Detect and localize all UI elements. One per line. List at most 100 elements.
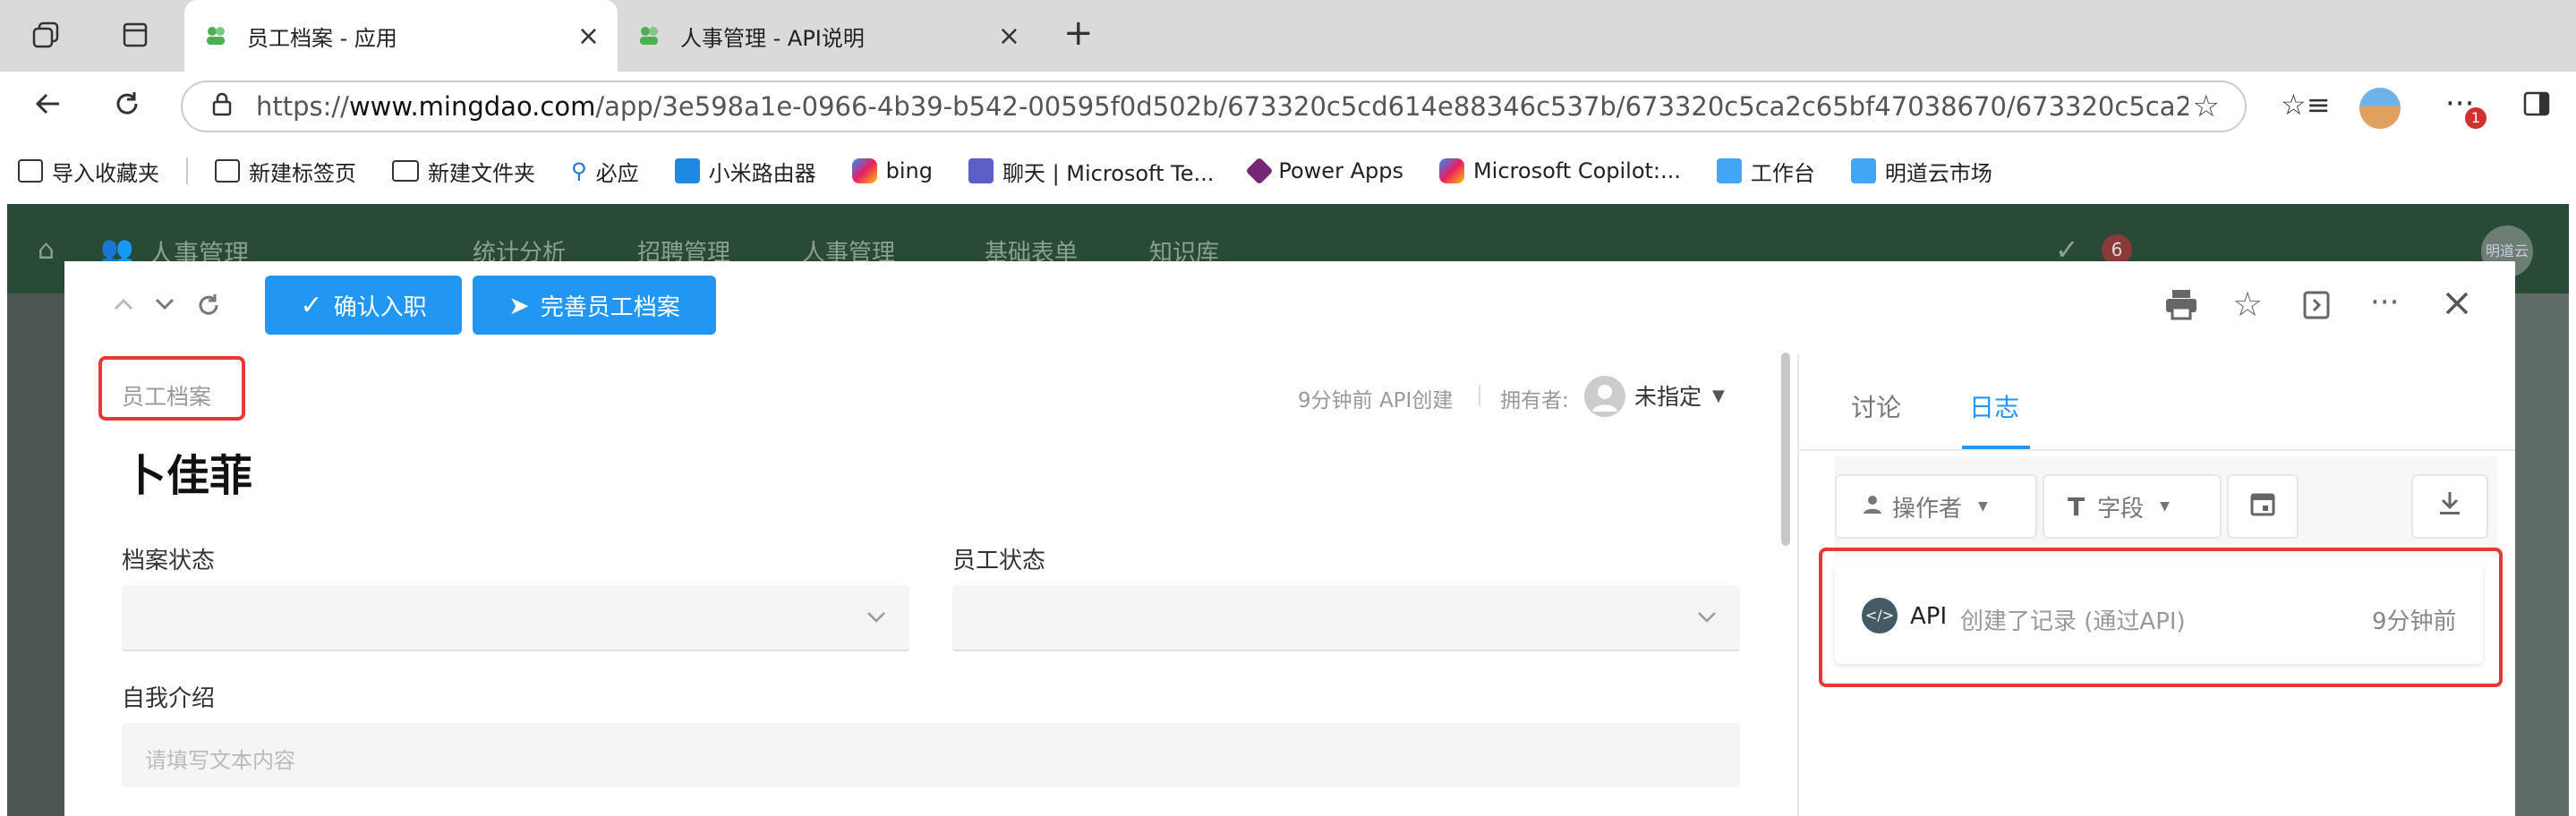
caret-down-icon: ▼ [2160,499,2170,514]
new-tab-icon[interactable]: + [1063,13,1094,54]
tab-discussion[interactable]: 讨论 [1851,388,1901,424]
close-icon[interactable] [2444,290,2470,320]
tab-icon [215,159,240,183]
archive-status-label: 档案状态 [122,548,216,574]
tab-log[interactable]: 日志 [1969,388,2019,424]
caret-down-icon: ▼ [1712,386,1725,405]
workspaces-icon[interactable] [30,20,61,50]
self-intro-label: 自我介绍 [122,685,216,712]
bookmark-label: 新建文件夹 [428,160,535,186]
filter-label: 操作者 [1892,495,1963,523]
bookmark-label: 导入收藏夹 [52,160,159,186]
close-tab-icon[interactable]: × [577,21,600,52]
check-icon: ✓ [300,289,323,321]
log-action: 创建了记录 (通过API) [1960,608,2186,635]
log-time: 9分钟前 [2372,608,2457,635]
bookmark-import-favorites[interactable]: 导入收藏夹 [18,156,159,187]
home-icon[interactable]: ⌂ [38,234,55,266]
tab-api-docs[interactable]: 人事管理 - API说明 × [618,0,1038,72]
notification-badge: 1 [2465,107,2486,129]
bookmark-label: 新建标签页 [249,160,356,186]
bookmark-label: 小米路由器 [708,160,816,186]
copilot-icon [851,158,877,183]
bookmark-teams-chat[interactable]: 聊天 | Microsoft Te... [968,156,1214,187]
bookmark-divider [186,157,188,184]
download-icon [2437,490,2462,523]
wifi-icon [674,158,700,183]
bookmark-workbench[interactable]: 工作台 [1716,156,1815,187]
url-prefix: https:// [256,91,349,122]
employee-status-label: 员工状态 [952,548,1046,574]
bookmark-copilot[interactable]: Microsoft Copilot:... [1438,158,1681,183]
complete-archive-button[interactable]: ➤ 完善员工档案 [473,276,716,335]
confirm-onboard-button[interactable]: ✓ 确认入职 [265,276,462,335]
sidebar-toggle-icon[interactable] [2522,89,2551,122]
date-filter[interactable] [2227,474,2299,539]
created-info: 9分钟前 API创建 [1298,389,1454,412]
filter-label: 字段 [2097,495,2145,523]
caret-down-icon: ▼ [1978,499,1988,514]
favorites-list-icon[interactable]: ☆≡ [2281,88,2331,122]
field-filter[interactable]: T 字段 ▼ [2043,474,2222,539]
bookmark-label: bing [885,158,933,183]
bookmark-bing-cn[interactable]: ⚲ 必应 [571,156,639,187]
refresh-record-icon[interactable] [195,292,222,322]
self-intro-input[interactable]: 请填写文本内容 [122,723,1740,787]
bookmark-new-tab[interactable]: 新建标签页 [215,156,356,187]
side-panel-toggle-icon[interactable] [2302,290,2331,324]
bookmark-power-apps[interactable]: Power Apps [1245,157,1403,185]
export-log-button[interactable] [2411,474,2488,539]
folder-icon [392,160,419,182]
bookmark-new-folder[interactable]: 新建文件夹 [392,156,535,187]
people-icon [207,27,225,45]
url-path: /app/3e598a1e-0966-4b39-b542-00595f0d502… [595,91,2189,122]
worksheet-name[interactable]: 员工档案 [122,379,211,412]
lock-icon [211,91,233,123]
operator-filter[interactable]: 操作者 ▼ [1835,474,2037,539]
next-record-icon[interactable] [152,292,177,320]
log-actor: API [1910,603,1948,630]
prev-record-icon[interactable] [111,292,136,320]
bookmark-xiaomi-router[interactable]: 小米路由器 [674,156,816,187]
url-domain: www.mingdao.com [348,91,596,122]
refresh-icon[interactable] [111,88,143,123]
profile-avatar[interactable] [2359,88,2401,129]
send-icon: ➤ [508,290,530,320]
left-sidebar-strip [7,293,64,816]
bookmarks-bar: 导入收藏夹 新建标签页 新建文件夹 ⚲ 必应 小米路由器 bing 聊天 | Mi… [0,145,2576,197]
bookmark-label: 必应 [595,160,639,186]
more-icon[interactable]: ··· [2370,285,2399,320]
button-label: 确认入职 [333,293,427,321]
bookmark-mingdao-market[interactable]: 明道云市场 [1850,156,1992,187]
chevron-down-icon [1695,605,1719,632]
employee-status-select[interactable] [952,585,1740,651]
owner-label: 拥有者: [1500,389,1569,412]
tab-actions-icon[interactable] [122,21,149,48]
self-intro-placeholder: 请填写文本内容 [145,748,295,773]
search-icon: ⚲ [571,158,587,183]
print-icon[interactable] [2164,288,2198,327]
cube-icon [1716,158,1742,183]
archive-status-select[interactable] [122,585,909,651]
calendar-icon [2249,490,2276,523]
chevron-down-icon [865,605,888,632]
star-icon[interactable]: ☆ [2232,285,2263,324]
url-field[interactable]: https://www.mingdao.com/app/3e598a1e-096… [181,81,2247,132]
person-icon [1862,493,1883,521]
tab-employee-archive[interactable]: 员工档案 - 应用 × [184,0,618,72]
close-tab-icon[interactable]: × [998,21,1020,52]
owner-selector[interactable]: 未指定 ▼ [1634,379,1725,412]
copilot-icon [1438,158,1464,183]
bookmark-bing[interactable]: bing [851,158,933,183]
bookmark-label: 聊天 | Microsoft Te... [1002,160,1215,186]
bookmark-label: 明道云市场 [1884,160,1992,186]
owner-value: 未指定 [1634,384,1702,410]
power-apps-icon [1245,157,1274,185]
todo-badge: 6 [2102,234,2132,265]
back-icon[interactable] [32,88,64,123]
meta-divider [1479,385,1480,406]
form-scrollbar[interactable] [1781,353,1790,546]
favorite-star-icon[interactable]: ☆ [2193,89,2220,124]
import-icon [18,159,43,183]
record-title[interactable]: 卜佳菲 [124,440,252,503]
